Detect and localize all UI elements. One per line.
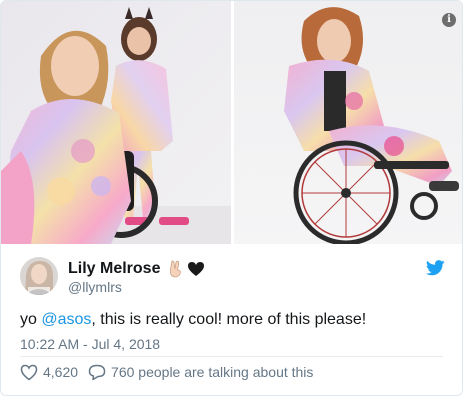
tweet-text: yo @asos, this is really cool! more of t… <box>20 311 366 329</box>
avatar[interactable] <box>20 257 58 295</box>
black-heart-emoji <box>188 262 205 276</box>
like-action[interactable]: 4,620 <box>20 364 78 381</box>
photo-left-image <box>1 1 231 244</box>
tweet-text-before: yo <box>20 311 42 328</box>
tweet-card: i Lily Melrose @llymlrs yo @asos, this i… <box>0 0 463 396</box>
tweet-photo-left[interactable] <box>1 1 231 244</box>
heart-outline-icon[interactable] <box>20 364 38 381</box>
tweet-media[interactable]: i <box>1 1 462 244</box>
author-handle[interactable]: @llymlrs <box>68 279 122 295</box>
conversation-text: 760 people are talking about this <box>111 364 314 380</box>
tweet-actions: 4,620 760 people are talking about this <box>20 362 323 382</box>
twitter-bird-icon[interactable] <box>426 260 445 276</box>
tweet-timestamp[interactable]: 10:22 AM - Jul 4, 2018 <box>20 336 160 352</box>
like-count: 4,620 <box>43 364 79 380</box>
reply-action[interactable]: 760 people are talking about this <box>88 364 313 381</box>
mention-link[interactable]: @asos <box>41 311 91 328</box>
avatar-image <box>20 257 58 295</box>
speech-bubble-icon[interactable] <box>88 364 106 381</box>
victory-hand-emoji <box>170 260 182 278</box>
photo-right-image <box>234 1 462 244</box>
author-name[interactable]: Lily Melrose <box>68 260 160 278</box>
tweet-text-after: , this is really cool! more of this plea… <box>91 311 367 328</box>
author-name-row[interactable]: Lily Melrose <box>68 260 205 278</box>
tweet-photo-right[interactable] <box>234 1 462 244</box>
divider <box>20 356 443 357</box>
info-icon[interactable]: i <box>442 13 456 27</box>
